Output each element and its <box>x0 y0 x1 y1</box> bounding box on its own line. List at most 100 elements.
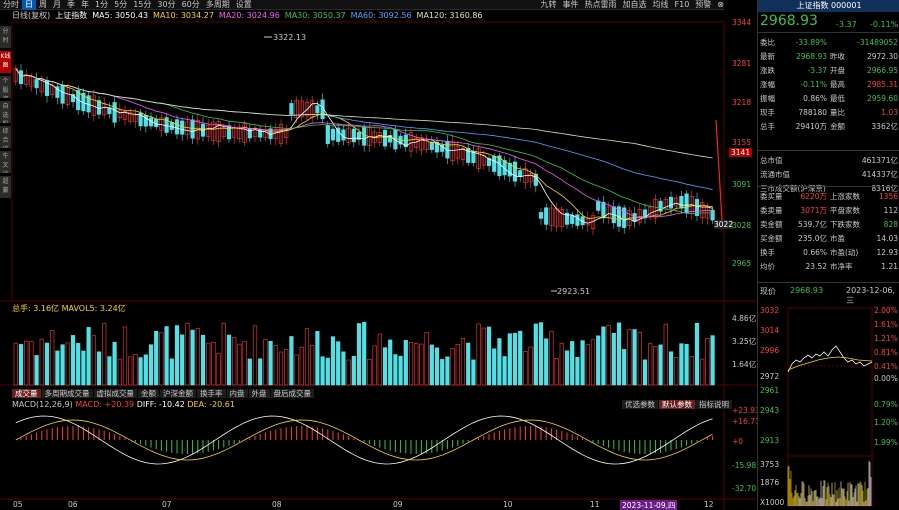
date-label: 05 <box>13 500 23 509</box>
quote-l2: 平盘家数 <box>830 206 860 215</box>
volume-bar <box>622 349 627 386</box>
macd-value: MACD: +20.39 <box>75 400 135 409</box>
quote-r: 112 <box>883 206 898 215</box>
quote-row: 振幅 0.86% 最低 2959.60 <box>758 92 899 106</box>
candle-body <box>679 196 684 209</box>
quote-m: 788180 <box>798 108 827 117</box>
quote-r: 14.03 <box>876 234 898 243</box>
quote-row: 均价 23.52 市净率 1.21 <box>758 260 899 274</box>
volume-bar <box>460 337 466 386</box>
candle-body <box>226 125 232 140</box>
quote-title[interactable]: 上证指数 000001 <box>758 0 899 12</box>
volume-axis-label: 3.25亿 <box>732 337 757 346</box>
volume-bar <box>663 323 668 386</box>
tab-amount[interactable]: 金额 <box>138 389 159 398</box>
date-label: 08 <box>272 500 282 509</box>
intraday-axis-label: X1000 <box>760 498 785 507</box>
volume-bar <box>616 322 622 386</box>
volume-bar <box>34 355 39 386</box>
candle-body <box>180 120 185 135</box>
dea-value: DEA: -20.61 <box>187 400 235 409</box>
date-label: 12 <box>704 500 714 509</box>
volume-bar <box>382 347 388 386</box>
intraday-axis-label: 3753 <box>760 460 780 469</box>
volume-bar <box>289 336 294 386</box>
indicator-help-button[interactable]: 指标说明 <box>696 400 732 409</box>
quote-m: 29410万 <box>795 122 827 131</box>
volume-bar <box>102 323 107 386</box>
volume-bar <box>325 357 330 386</box>
macd-header: MACD(12,26,9) MACD: +20.39 DIFF: -10.42 … <box>12 400 235 410</box>
tab-sh-sz-amount[interactable]: 沪深金额 <box>160 389 196 398</box>
candle-body <box>684 193 689 214</box>
quote-m: -33.89% <box>795 38 827 47</box>
intraday-avg-line <box>787 356 873 371</box>
candle-body <box>174 119 180 135</box>
volume-bar <box>13 342 18 386</box>
volume-bar <box>471 359 476 386</box>
volume-bar <box>429 344 434 386</box>
quote-l2: 下跌家数 <box>830 220 860 229</box>
volume-bar <box>284 349 289 386</box>
quote-row: 委卖量 3071万 平盘家数 112 <box>758 204 899 218</box>
optimal-params-button[interactable]: 优选参数 <box>622 400 658 409</box>
volume-bar <box>76 343 81 386</box>
volume-bar <box>242 341 247 386</box>
quote-l: 涨跌 <box>760 66 775 75</box>
volume-bar <box>440 359 445 386</box>
date-label: 11 <box>590 500 600 509</box>
default-params-button[interactable]: 默认参数 <box>659 400 695 409</box>
volume-bar <box>112 341 117 386</box>
quote-r: 414337亿 <box>861 170 898 179</box>
quote-l2: 昨收 <box>830 52 845 61</box>
volume-bar <box>44 342 50 386</box>
quote-r: 2966.95 <box>866 66 898 75</box>
candle-body <box>18 70 24 85</box>
volume-bar <box>138 357 143 386</box>
tab-volume[interactable]: 成交量 <box>12 389 41 398</box>
macd-axis-label: +23.93 <box>732 406 760 415</box>
kline-chart-area[interactable]: 3322.13 2923.51 <box>0 0 757 510</box>
intraday-pct-label: 2.00% <box>874 306 898 315</box>
candle-body <box>325 124 330 144</box>
volume-axis-label: 4.86亿 <box>732 314 757 323</box>
volume-bar <box>518 330 523 386</box>
price-candles <box>13 64 715 236</box>
quote-row: 买金额 235.0亿 市盈 14.03 <box>758 232 899 246</box>
volume-bar <box>336 341 341 386</box>
volume-bar <box>372 345 377 386</box>
quote-panel: 上证指数 000001 2968.93 -3.37 -0.11% 委比 -33.8… <box>757 0 899 510</box>
tab-inner[interactable]: 内盘 <box>226 389 248 398</box>
quote-r: 2959.60 <box>866 94 898 103</box>
price-axis-label: 3344 <box>732 18 752 27</box>
quote-l2: 开盘 <box>830 66 845 75</box>
price-axis-highlight: 3141 <box>729 148 753 157</box>
candle-body <box>429 141 434 150</box>
volume-bar <box>486 326 492 386</box>
tab-multi-volume[interactable]: 多周期成交量 <box>41 389 93 398</box>
price-axis-label: 3218 <box>732 98 752 107</box>
quote-change: -3.37 <box>836 20 857 29</box>
volume-bar <box>356 323 362 386</box>
volume-bar <box>554 358 559 386</box>
intraday-pct-label: 0.00% <box>874 374 898 383</box>
macd-buttons: 优选参数 默认参数 指标说明 <box>622 400 733 410</box>
volume-bar <box>304 328 310 386</box>
volume-bar <box>341 351 346 386</box>
tab-outer[interactable]: 外盘 <box>248 389 270 398</box>
quote-l: 现手 <box>760 108 775 117</box>
quote-l: 均价 <box>760 262 775 271</box>
quote-r: 1356 <box>878 192 898 201</box>
volume-bar <box>237 343 242 386</box>
tab-turnover[interactable]: 换手率 <box>197 389 226 398</box>
tab-virtual-volume[interactable]: 虚拟成交量 <box>93 389 137 398</box>
tab-after-hours[interactable]: 盘后成交量 <box>270 389 314 398</box>
quote-l: 委比 <box>760 38 775 47</box>
volume-bar <box>627 329 632 386</box>
volume-bar <box>408 342 414 386</box>
volume-bar <box>466 342 471 386</box>
price-axis-label: 2965 <box>732 259 752 268</box>
volume-bar <box>648 343 653 386</box>
volume-bar <box>216 353 221 386</box>
date-label: 06 <box>68 500 78 509</box>
